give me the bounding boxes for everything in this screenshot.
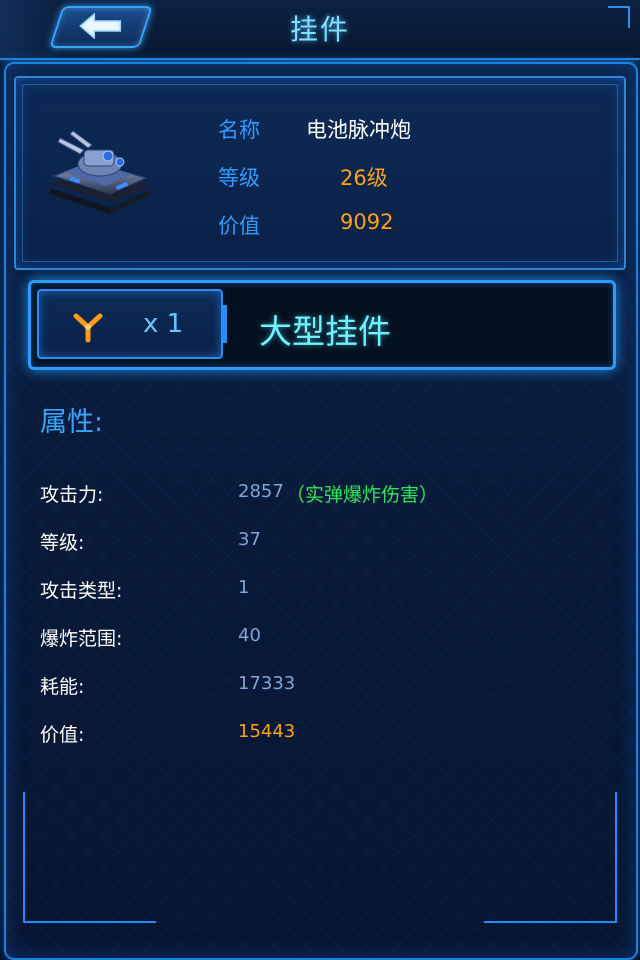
item-level-label: 等级 <box>218 166 260 190</box>
slot-count: x 1 <box>143 309 184 339</box>
item-level-value: 26级 <box>340 166 388 190</box>
attr-attack-type-value: 1 <box>238 577 250 598</box>
y-connector-icon <box>73 313 103 343</box>
equipment-detail-screen: 挂件 名称 电池脉冲炮 等级 26级 价值 9092 x 1 大型挂件 属性: … <box>0 0 640 960</box>
item-value-label: 价值 <box>218 214 260 238</box>
title-corner-deco <box>608 6 630 28</box>
item-name-value: 电池脉冲炮 <box>306 118 411 142</box>
tank-image <box>48 130 152 214</box>
attr-level-value: 37 <box>238 529 261 550</box>
slot-type-name: 大型挂件 <box>259 312 391 351</box>
slot-count-box: x 1 <box>37 289 227 359</box>
attributes-heading: 属性: <box>40 407 104 438</box>
bottom-left-bracket <box>23 792 156 923</box>
attr-price-value: 15443 <box>238 721 296 742</box>
attr-level-label: 等级: <box>40 532 85 554</box>
attr-energy-label: 耗能: <box>40 676 85 698</box>
attr-attack-type-label: 攻击类型: <box>40 580 123 602</box>
item-name-label: 名称 <box>218 118 260 142</box>
title-bar: 挂件 <box>0 0 640 60</box>
bottom-right-bracket <box>484 792 617 923</box>
slot-banner: x 1 大型挂件 <box>28 280 616 370</box>
attr-price-label: 价值: <box>40 724 85 746</box>
attr-blast-range-value: 40 <box>238 625 261 646</box>
attr-attack-label: 攻击力: <box>40 484 104 506</box>
attr-energy-value: 17333 <box>238 673 296 694</box>
attr-attack-value: 2857 <box>238 481 284 502</box>
attr-attack-note: （实弹爆炸伤害） <box>286 484 439 506</box>
attr-blast-range-label: 爆炸范围: <box>40 628 123 650</box>
page-title: 挂件 <box>289 13 350 46</box>
item-value-value: 9092 <box>340 210 394 234</box>
